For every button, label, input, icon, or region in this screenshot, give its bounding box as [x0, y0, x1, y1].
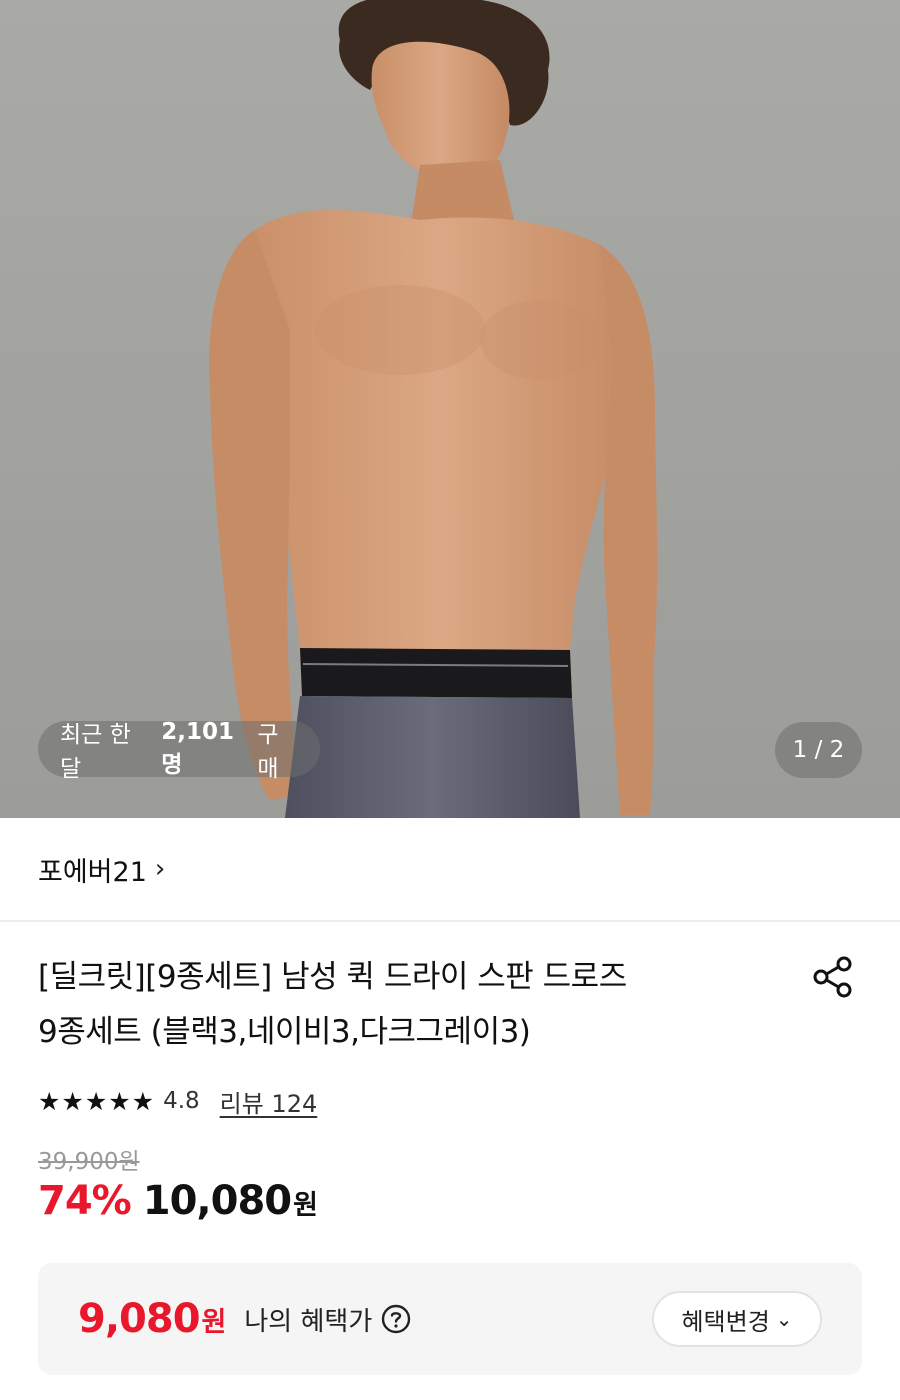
question-circle-icon[interactable]	[380, 1303, 412, 1335]
share-icon[interactable]	[808, 952, 858, 1002]
product-title-line-2: 9종세트 (블랙3,네이비3,다크그레이3)	[38, 1014, 531, 1050]
discount-rate: 74%	[38, 1178, 132, 1224]
buyers-prefix: 최근 한 달	[60, 722, 131, 782]
sale-price: 10,080	[142, 1178, 292, 1224]
change-benefit-button[interactable]: 혜택변경 ⌄	[652, 1291, 822, 1347]
star-rating-icon: ★★★★★	[38, 1086, 156, 1116]
product-image-gallery[interactable]: 최근 한 달 2,101명 구매 1 / 2	[0, 0, 900, 818]
brand-name: 포에버21	[38, 856, 147, 888]
image-page-indicator: 1 / 2	[775, 722, 862, 778]
change-benefit-label: 혜택변경	[681, 1307, 770, 1336]
product-title-line-1: [딜크릿][9종세트] 남성 퀵 드라이 스판 드로즈	[38, 959, 627, 995]
sale-price-currency: 원	[293, 1190, 318, 1221]
benefit-price-box: 9,080 원 나의 혜택가 혜택변경 ⌄	[38, 1263, 862, 1375]
recent-buyers-badge: 최근 한 달 2,101명 구매	[38, 719, 320, 782]
chevron-right-icon: ›	[154, 854, 166, 884]
review-count-link[interactable]: 리뷰 124	[220, 1084, 318, 1119]
rating-score: 4.8	[163, 1088, 200, 1114]
original-price: 39,900원	[38, 1149, 140, 1175]
sale-price-row: 74% 10,080 원	[38, 1178, 318, 1238]
chevron-down-icon: ⌄	[775, 1307, 793, 1331]
product-title: [딜크릿][9종세트] 남성 퀵 드라이 스판 드로즈 9종세트 (블랙3,네이…	[38, 950, 778, 1060]
benefit-currency: 원	[201, 1306, 227, 1338]
rating-row: ★★★★★ 4.8 리뷰 124	[38, 1083, 317, 1119]
product-detail-page: 최근 한 달 2,101명 구매 1 / 2 포에버21 › [딜크릿][9종세…	[0, 0, 900, 1400]
benefit-label: 나의 혜택가	[244, 1306, 373, 1337]
brand-link[interactable]: 포에버21 ›	[0, 818, 900, 922]
buyers-count: 2,101명	[161, 719, 235, 778]
benefit-price: 9,080	[78, 1296, 201, 1342]
product-photo	[209, 0, 658, 818]
buyers-suffix: 구매	[257, 722, 279, 782]
